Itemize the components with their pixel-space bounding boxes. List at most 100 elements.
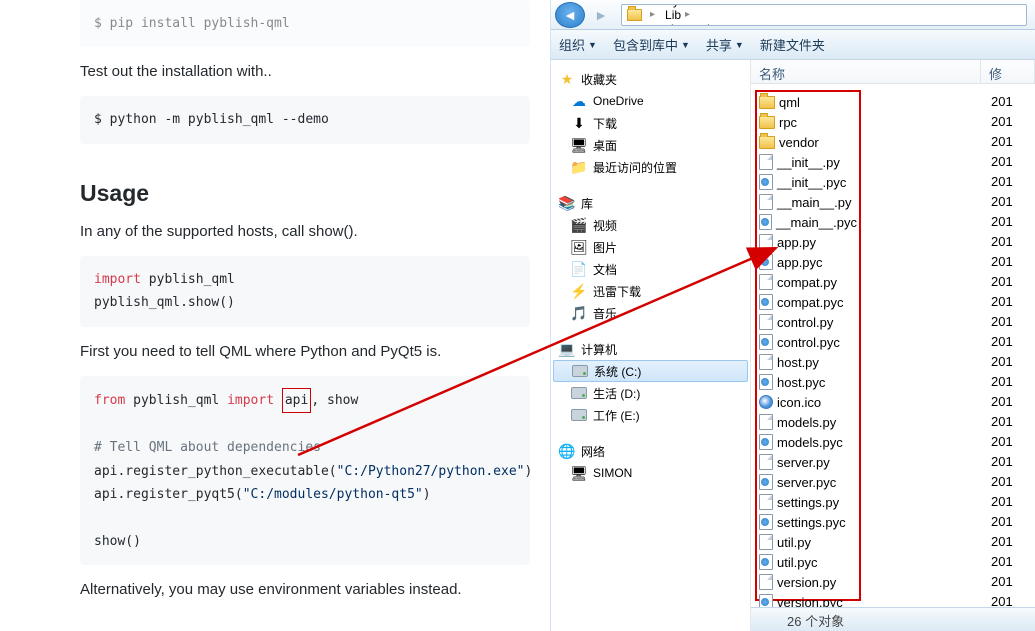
file-date: 201 — [861, 572, 1035, 592]
sidebar-drive-item[interactable]: 工作 (E:) — [551, 404, 750, 426]
thunder-icon: ⚡ — [571, 283, 587, 299]
file-list: qmlrpcvendor__init__.py__init__.pyc__mai… — [755, 90, 861, 601]
pyc-file-icon — [759, 514, 773, 530]
pyc-file-icon — [759, 554, 773, 570]
download-icon: ⬇ — [571, 115, 587, 131]
network-group[interactable]: 🌐网络 — [551, 440, 750, 462]
column-headers[interactable]: 名称 修 — [751, 60, 1035, 84]
col-name: 名称 — [751, 60, 981, 83]
usage-heading: Usage — [80, 180, 530, 207]
code-install: $ pip install pyblish-qml — [80, 0, 530, 47]
pyc-file-icon — [759, 374, 773, 390]
file-row[interactable]: version.pyc — [757, 592, 859, 607]
py-file-icon — [759, 534, 773, 550]
sidebar-drive-item[interactable]: 系统 (C:) — [553, 360, 748, 382]
recent-icon: 📁 — [571, 159, 587, 175]
file-date: 201 — [861, 92, 1035, 112]
file-row[interactable]: settings.py — [757, 492, 859, 512]
computer-icon: 💻 — [559, 341, 575, 357]
file-row[interactable]: vendor — [757, 132, 859, 152]
nav-forward-button[interactable]: ► — [587, 3, 615, 27]
sidebar-library-item[interactable]: ⚡迅雷下载 — [551, 280, 750, 302]
py-file-icon — [759, 194, 773, 210]
file-date: 201 — [861, 532, 1035, 552]
code-show: import pyblish_qml pyblish_qml.show() — [80, 256, 530, 327]
pyc-file-icon — [759, 334, 773, 350]
file-row[interactable]: server.pyc — [757, 472, 859, 492]
qml-paragraph: First you need to tell QML where Python … — [80, 343, 530, 360]
sidebar-drive-item[interactable]: 生活 (D:) — [551, 382, 750, 404]
file-row[interactable]: compat.pyc — [757, 292, 859, 312]
sidebar-favorite-item[interactable]: 🖥桌面 — [551, 134, 750, 156]
pyc-file-icon — [759, 594, 773, 607]
py-file-icon — [759, 314, 773, 330]
explorer-sidebar: ★收藏夹 ☁OneDrive⬇下载🖥桌面📁最近访问的位置 📚库 🎬视频🖼图片📄文… — [551, 60, 751, 631]
pyc-file-icon — [759, 474, 773, 490]
file-row[interactable]: __init__.py — [757, 152, 859, 172]
nav-back-button[interactable]: ◄ — [555, 2, 585, 28]
sidebar-library-item[interactable]: 📄文档 — [551, 258, 750, 280]
file-date: 201 — [861, 512, 1035, 532]
file-row[interactable]: models.pyc — [757, 432, 859, 452]
file-date: 201 — [861, 472, 1035, 492]
file-row[interactable]: host.pyc — [757, 372, 859, 392]
sidebar-favorite-item[interactable]: 📁最近访问的位置 — [551, 156, 750, 178]
sidebar-network-item[interactable]: 🖥SIMON — [551, 462, 750, 484]
star-icon: ★ — [559, 71, 575, 87]
include-button[interactable]: 包含到库中 ▼ — [613, 35, 690, 54]
file-date: 201 — [861, 112, 1035, 132]
music-icon: 🎵 — [571, 305, 587, 321]
file-row[interactable]: control.py — [757, 312, 859, 332]
file-row[interactable]: __init__.pyc — [757, 172, 859, 192]
video-icon: 🎬 — [571, 217, 587, 233]
file-row[interactable]: compat.py — [757, 272, 859, 292]
file-row[interactable]: server.py — [757, 452, 859, 472]
libraries-group[interactable]: 📚库 — [551, 192, 750, 214]
folder-icon — [759, 136, 775, 149]
pyc-file-icon — [759, 174, 773, 190]
file-row[interactable]: app.py — [757, 232, 859, 252]
document-icon: 📄 — [571, 261, 587, 277]
file-date: 201 — [861, 272, 1035, 292]
library-icon: 📚 — [559, 195, 575, 211]
dates-column: 2012012012012012012012012012012012012012… — [861, 84, 1035, 607]
file-row[interactable]: qml — [757, 92, 859, 112]
breadcrumb-segment[interactable]: site-packages▸ — [660, 22, 753, 26]
file-row[interactable]: rpc — [757, 112, 859, 132]
sidebar-library-item[interactable]: 🖼图片 — [551, 236, 750, 258]
col-modified: 修 — [981, 60, 1035, 83]
favorites-group[interactable]: ★收藏夹 — [551, 68, 750, 90]
sidebar-library-item[interactable]: 🎵音乐 — [551, 302, 750, 324]
file-row[interactable]: host.py — [757, 352, 859, 372]
file-date: 201 — [861, 152, 1035, 172]
sidebar-favorite-item[interactable]: ⬇下载 — [551, 112, 750, 134]
file-row[interactable]: util.py — [757, 532, 859, 552]
env-paragraph: Alternatively, you may use environment v… — [80, 581, 530, 598]
file-row[interactable]: settings.pyc — [757, 512, 859, 532]
file-row[interactable]: __main__.pyc — [757, 212, 859, 232]
file-row[interactable]: models.py — [757, 412, 859, 432]
file-date: 201 — [861, 432, 1035, 452]
explorer-window: ◄ ► ▸ Maya2018▸Python▸Lib▸site-packages▸… — [550, 0, 1035, 631]
share-button[interactable]: 共享 ▼ — [706, 35, 744, 54]
new-folder-button[interactable]: 新建文件夹 — [760, 35, 825, 54]
sidebar-favorite-item[interactable]: ☁OneDrive — [551, 90, 750, 112]
file-row[interactable]: version.py — [757, 572, 859, 592]
breadcrumb[interactable]: ▸ Maya2018▸Python▸Lib▸site-packages▸pybl… — [621, 4, 1027, 26]
sidebar-library-item[interactable]: 🎬视频 — [551, 214, 750, 236]
file-row[interactable]: app.pyc — [757, 252, 859, 272]
file-date: 201 — [861, 332, 1035, 352]
file-row[interactable]: __main__.py — [757, 192, 859, 212]
code-demo: $ python -m pyblish_qml --demo — [80, 96, 530, 143]
breadcrumb-segment[interactable]: Lib▸ — [660, 8, 753, 22]
file-date: 201 — [861, 392, 1035, 412]
file-row[interactable]: icon.ico — [757, 392, 859, 412]
status-bar: 26 个对象 — [751, 607, 1035, 631]
computer-group[interactable]: 💻计算机 — [551, 338, 750, 360]
organize-button[interactable]: 组织 ▼ — [559, 35, 597, 54]
py-file-icon — [759, 574, 773, 590]
pyc-file-icon — [759, 214, 772, 230]
file-row[interactable]: util.pyc — [757, 552, 859, 572]
file-row[interactable]: control.pyc — [757, 332, 859, 352]
file-date: 201 — [861, 592, 1035, 607]
